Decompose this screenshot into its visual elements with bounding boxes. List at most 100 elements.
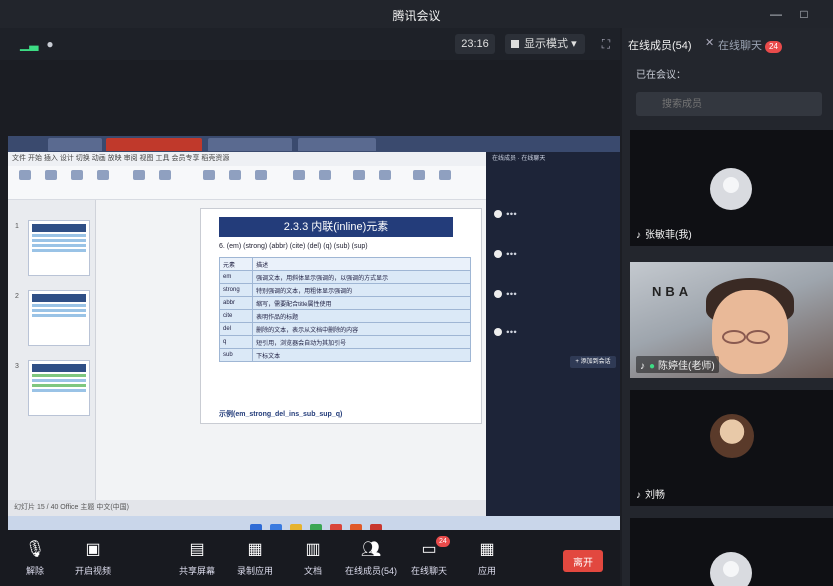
participant-tile[interactable]: ♪ 刘畅 <box>630 390 833 506</box>
slide-thumbnail[interactable]: 3 <box>15 360 90 416</box>
participant-video-tile[interactable]: NBA ♪ ● 陈婷佳(老师) <box>630 262 833 378</box>
ribbon-button[interactable] <box>14 170 36 196</box>
documents-label: 文档 <box>303 566 322 576</box>
menu-bar: 文件 开始 插入 设计 切换 动画 放映 审阅 视图 工具 会员专享 稻壳资源 <box>8 152 486 166</box>
table-row: cite 表明作品的标题 <box>218 309 471 323</box>
table-cell: 特别强调的文本，用粗体显示强调的 <box>252 283 471 297</box>
slide-thumbnail[interactable]: 2 <box>15 290 90 346</box>
tab-members[interactable]: 在线成员(54) <box>628 37 692 53</box>
app-tab[interactable] <box>208 138 292 151</box>
window-title: 腾讯会议 <box>392 9 441 23</box>
table-cell: 删除的文本，表示从文档中删除的内容 <box>252 322 471 336</box>
table-cell: q <box>218 335 254 349</box>
minimize-icon[interactable]: — <box>768 6 784 22</box>
member-search-input[interactable] <box>636 92 822 116</box>
app-tab[interactable] <box>48 138 102 151</box>
signal-icon[interactable]: ▁▃ <box>20 36 38 52</box>
shared-chat-item: ●●● <box>494 210 517 218</box>
background-sign: NBA <box>652 284 693 299</box>
title-bar: 腾讯会议 — □ <box>0 0 833 28</box>
view-mode-button[interactable]: 显示模式 ▾ <box>505 34 585 54</box>
members-panel: 在线成员(54) ✕ 在线聊天24 已在会议： ⌕ ♪张敏菲(我) NBA ♪●… <box>622 28 833 586</box>
add-to-session-button[interactable]: + 添加到会话 <box>570 356 616 368</box>
ribbon-button[interactable] <box>288 170 310 196</box>
ribbon-button[interactable] <box>92 170 114 196</box>
table-cell: cite <box>218 309 254 323</box>
slide-subtitle: 6. (em) (strong) (abbr) (cite) (del) (q)… <box>219 243 368 250</box>
tab-chat[interactable]: 在线聊天 24 <box>718 37 782 53</box>
unmute-button[interactable]: 🎙︎ 解除 <box>8 540 62 577</box>
table-row: strong 特别强调的文本，用粗体显示强调的 <box>218 283 471 297</box>
shared-screen[interactable]: 文件 开始 插入 设计 切换 动画 放映 审阅 视图 工具 会员专享 稻壳资源 <box>8 136 620 544</box>
unmute-label: 解除 <box>25 566 44 576</box>
apps-button[interactable]: ▦ 应用 <box>460 540 514 577</box>
chat-button[interactable]: ▭ 24 在线聊天 <box>402 536 456 577</box>
ribbon-button[interactable] <box>40 170 62 196</box>
speaking-icon: ● <box>649 361 656 372</box>
table-cell: em <box>218 270 254 284</box>
participant-tile[interactable] <box>630 518 833 586</box>
shared-chat-panel: 在线成员 · 在线聊天 ●●● ●●● ●●● ●●● + 添加到会话 <box>486 152 620 516</box>
close-icon[interactable]: ✕ <box>705 36 714 49</box>
ribbon-button[interactable] <box>314 170 336 196</box>
meeting-controls: 🎙︎ 解除 ▣ 开启视频 ▤ 共享屏幕 ▦ 录制应用 ▥ 文档 👥︎ 在线成员(54) ▭ 2… <box>0 530 620 586</box>
table-cell: 缩写，需要配合title属性使用 <box>252 296 471 310</box>
share-screen-label: 共享屏幕 <box>178 566 215 576</box>
video-feed <box>722 330 780 344</box>
slide-thumbnail[interactable]: 1 <box>15 220 90 276</box>
ribbon-button[interactable] <box>198 170 220 196</box>
start-video-label: 开启视频 <box>74 566 111 576</box>
table-header-row: 元素 描述 <box>218 257 471 271</box>
record-label: 录制应用 <box>236 566 273 576</box>
chat-label: 在线聊天 <box>410 566 447 576</box>
start-video-button[interactable]: ▣ 开启视频 <box>66 540 120 577</box>
ribbon-button[interactable] <box>128 170 150 196</box>
members-label: 在线成员(54) <box>344 566 397 576</box>
ribbon-button[interactable] <box>250 170 272 196</box>
ribbon-button[interactable] <box>408 170 430 196</box>
app-tab[interactable] <box>298 138 376 151</box>
leave-button[interactable]: 离开 <box>563 550 603 572</box>
slide-title: 2.3.3 内联(inline)元素 <box>219 217 453 237</box>
share-screen-button[interactable]: ▤ 共享屏幕 <box>170 540 224 577</box>
ribbon-button[interactable] <box>224 170 246 196</box>
participant-name: ♪ 张敏菲(我) <box>636 226 692 241</box>
documents-button[interactable]: ▥ 文档 <box>286 540 340 577</box>
ribbon <box>8 166 486 200</box>
fullscreen-icon[interactable]: ⛶ <box>598 36 614 52</box>
meeting-toolbar: ▁▃ ● 23:16 显示模式 ▾ ⛶ <box>0 28 620 60</box>
avatar <box>710 414 754 458</box>
record-icon: ▦ <box>247 541 263 558</box>
table-cell: del <box>218 322 254 336</box>
table-cell: abbr <box>218 296 254 310</box>
table-cell: 表明作品的标题 <box>252 309 471 323</box>
ribbon-button[interactable] <box>348 170 370 196</box>
ribbon-button[interactable] <box>66 170 88 196</box>
ribbon-button[interactable] <box>154 170 176 196</box>
table-cell: strong <box>218 283 254 297</box>
mic-icon: ♪ <box>640 361 645 372</box>
shared-screen-area: 文件 开始 插入 设计 切换 动画 放映 审阅 视图 工具 会员专享 稻壳资源 <box>0 60 620 544</box>
app-tab[interactable] <box>106 138 202 151</box>
apps-label: 应用 <box>477 566 496 576</box>
table-cell: sub <box>218 348 254 362</box>
maximize-icon[interactable]: □ <box>796 6 812 22</box>
participant-tile[interactable]: ♪ 张敏菲(我) <box>630 130 833 246</box>
table-cell: 短引用，浏览器会自动为其加引号 <box>252 335 471 349</box>
table-row: q 短引用，浏览器会自动为其加引号 <box>218 335 471 349</box>
meeting-app: 腾讯会议 — □ ▁▃ ● 23:16 显示模式 ▾ ⛶ 文件 开始 插入 设计… <box>0 0 833 586</box>
record-button[interactable]: ▦ 录制应用 <box>228 540 282 577</box>
camera-off-icon: ▣ <box>85 541 101 558</box>
ribbon-button[interactable] <box>374 170 396 196</box>
chat-badge: 24 <box>436 536 450 547</box>
shared-chat-header: 在线成员 · 在线聊天 <box>492 156 546 162</box>
info-icon[interactable]: ● <box>42 36 58 52</box>
participant-name: ♪ 刘畅 <box>636 486 665 501</box>
shared-chat-item: ●●● <box>494 250 517 258</box>
app-tab-bar <box>8 136 620 152</box>
avatar <box>710 552 752 586</box>
members-button[interactable]: 👥︎ 在线成员(54) <box>344 540 398 577</box>
shared-chat-item: ●●● <box>494 328 517 336</box>
in-meeting-heading: 已在会议： <box>636 70 686 81</box>
ribbon-button[interactable] <box>434 170 456 196</box>
